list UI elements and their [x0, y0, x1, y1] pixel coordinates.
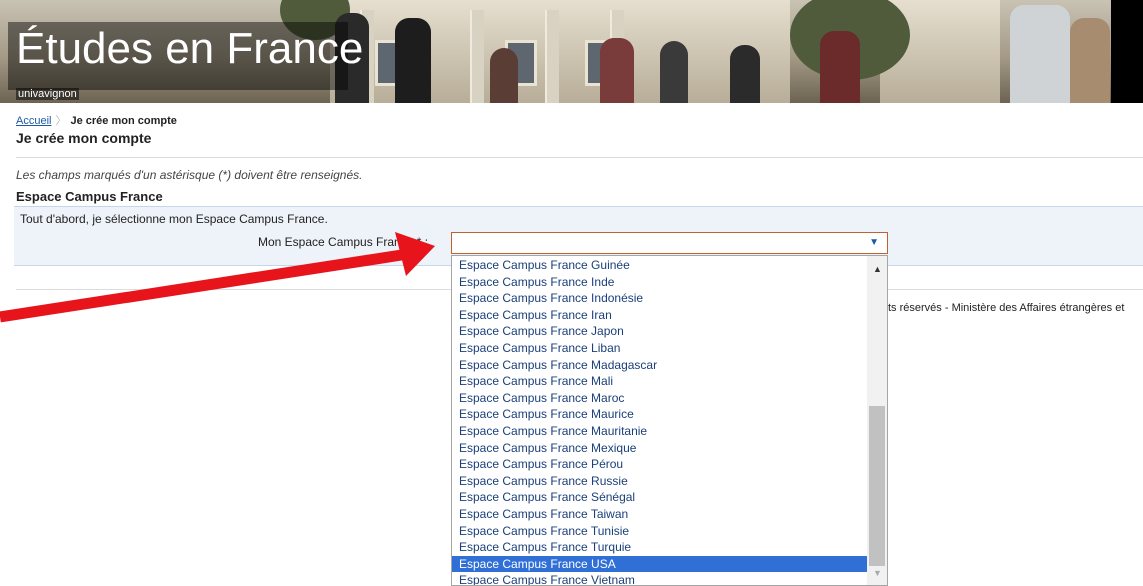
- red-arrow-annotation: [0, 232, 435, 323]
- arrow-shaft: [0, 248, 409, 323]
- arrow-head: [395, 232, 435, 276]
